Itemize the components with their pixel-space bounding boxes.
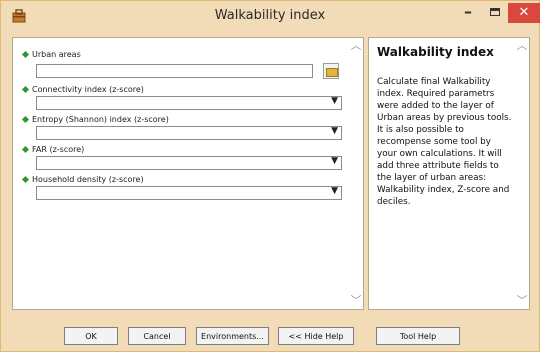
- entropy-select[interactable]: ▼: [36, 126, 342, 140]
- ok-button[interactable]: OK: [64, 327, 118, 345]
- tool-dialog: Walkability index – ✕ Urban areas Connec…: [0, 0, 540, 352]
- chevron-down-icon: ▼: [331, 96, 338, 106]
- required-bullet-icon: [21, 115, 30, 124]
- parameters-scrollbar[interactable]: ︿ ﹀: [348, 38, 364, 309]
- minimize-button[interactable]: –: [455, 4, 481, 23]
- help-title: Walkability index: [377, 45, 494, 59]
- folder-icon: [326, 68, 338, 77]
- help-panel: Walkability index Calculate final Walkab…: [368, 37, 530, 310]
- environments-button[interactable]: Environments...: [196, 327, 269, 345]
- chevron-up-icon[interactable]: ︿: [514, 38, 530, 54]
- param-connectivity: Connectivity index (z-score) ▼: [18, 85, 348, 115]
- param-label: Household density (z-score): [32, 175, 144, 184]
- chevron-down-icon: ▼: [331, 156, 338, 166]
- chevron-down-icon: ▼: [331, 186, 338, 196]
- tool-help-button[interactable]: Tool Help: [376, 327, 460, 345]
- param-household-density: Household density (z-score) ▼: [18, 175, 348, 205]
- browse-button[interactable]: [323, 63, 339, 79]
- param-label: Urban areas: [32, 50, 81, 59]
- param-entropy: Entropy (Shannon) index (z-score) ▼: [18, 115, 348, 145]
- title-bar[interactable]: Walkability index – ✕: [1, 1, 540, 31]
- param-label: FAR (z-score): [32, 145, 85, 154]
- required-bullet-icon: [21, 50, 30, 59]
- help-scrollbar[interactable]: ︿ ﹀: [514, 38, 530, 309]
- param-urban-areas: Urban areas: [18, 50, 348, 80]
- chevron-down-icon[interactable]: ﹀: [348, 293, 364, 309]
- required-bullet-icon: [21, 145, 30, 154]
- param-far: FAR (z-score) ▼: [18, 145, 348, 175]
- required-bullet-icon: [21, 85, 30, 94]
- cancel-button[interactable]: Cancel: [128, 327, 186, 345]
- household-density-select[interactable]: ▼: [36, 186, 342, 200]
- required-bullet-icon: [21, 175, 30, 184]
- far-select[interactable]: ▼: [36, 156, 342, 170]
- help-description: Calculate final Walkability index. Requi…: [377, 77, 512, 207]
- maximize-button[interactable]: [482, 5, 508, 23]
- param-label: Connectivity index (z-score): [32, 85, 144, 94]
- chevron-down-icon[interactable]: ﹀: [514, 293, 530, 309]
- hide-help-button[interactable]: << Hide Help: [278, 327, 354, 345]
- chevron-down-icon: ▼: [331, 126, 338, 136]
- param-label: Entropy (Shannon) index (z-score): [32, 115, 169, 124]
- urban-areas-input[interactable]: [36, 64, 313, 78]
- chevron-up-icon[interactable]: ︿: [348, 38, 364, 54]
- maximize-icon: [490, 8, 500, 16]
- connectivity-select[interactable]: ▼: [36, 96, 342, 110]
- parameters-panel: Urban areas Connectivity index (z-score)…: [12, 37, 364, 310]
- close-button[interactable]: ✕: [508, 3, 540, 23]
